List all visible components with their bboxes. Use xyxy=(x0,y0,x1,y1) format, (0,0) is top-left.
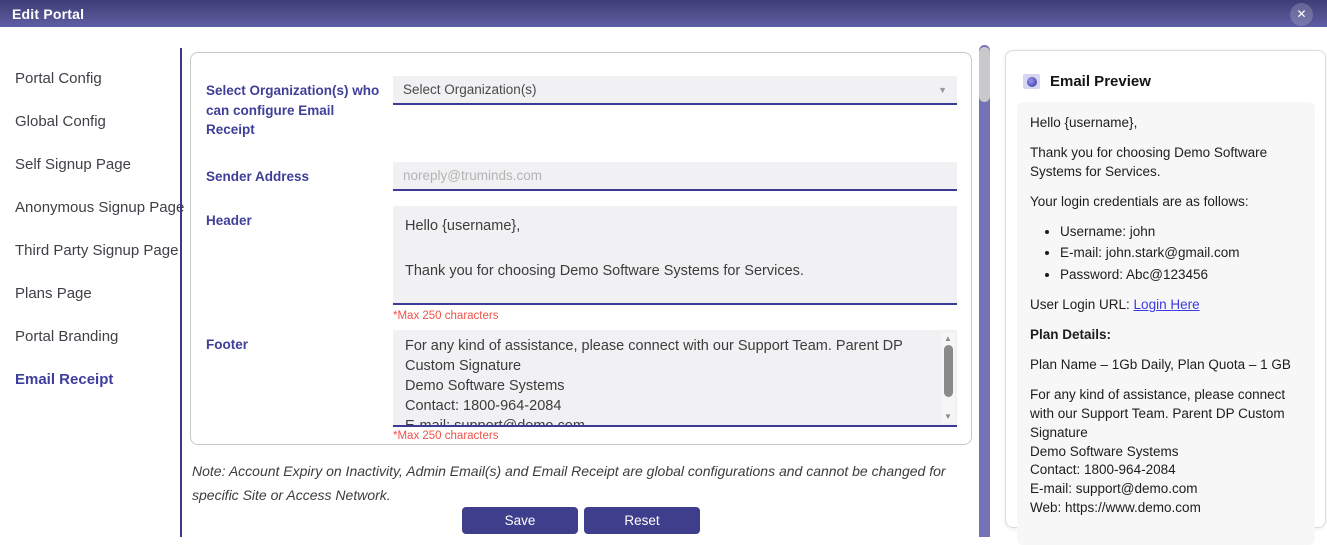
organization-select[interactable]: Select Organization(s) ▼ xyxy=(393,76,957,105)
content-scrollbar[interactable] xyxy=(979,45,990,537)
sidebar-item-third-party-signup-page[interactable]: Third Party Signup Page xyxy=(0,229,180,272)
email-receipt-form: Select Organization(s) who can configure… xyxy=(190,52,972,445)
preview-greeting: Hello {username}, xyxy=(1030,114,1302,133)
signature-line: Web: https://www.demo.com xyxy=(1030,499,1302,518)
reset-button[interactable]: Reset xyxy=(584,507,700,534)
header-max-note: *Max 250 characters xyxy=(393,310,957,322)
close-icon[interactable]: ✕ xyxy=(1290,3,1313,26)
header-textarea[interactable]: Hello {username}, Thank you for choosing… xyxy=(393,206,957,305)
dialog-header: Edit Portal ✕ xyxy=(0,0,1327,27)
sender-address-input[interactable] xyxy=(393,162,957,191)
signature-line: E-mail: support@demo.com xyxy=(1030,480,1302,499)
footer-row: Footer For any kind of assistance, pleas… xyxy=(206,330,957,442)
sidebar-item-portal-branding[interactable]: Portal Branding xyxy=(0,315,180,358)
dialog-title: Edit Portal xyxy=(12,6,84,22)
email-preview-panel: Email Preview Hello {username}, Thank yo… xyxy=(1005,50,1326,528)
footer-textarea-scrollbar[interactable]: ▲ ▼ xyxy=(941,333,955,423)
preview-email: E-mail: john.stark@gmail.com xyxy=(1060,244,1302,263)
email-preview-title: Email Preview xyxy=(1050,73,1151,90)
scroll-up-icon[interactable]: ▲ xyxy=(944,334,952,344)
sidebar-divider xyxy=(180,48,182,537)
sidebar-item-global-config[interactable]: Global Config xyxy=(0,100,180,143)
login-here-link[interactable]: Login Here xyxy=(1134,297,1200,312)
organization-select-label: Select Organization(s) who can configure… xyxy=(206,76,393,140)
organization-select-value: Select Organization(s) xyxy=(403,82,537,97)
email-preview-header: Email Preview xyxy=(1017,73,1315,90)
preview-login-label: User Login URL: xyxy=(1030,297,1134,312)
settings-sidebar: Portal Config Global Config Self Signup … xyxy=(0,27,180,537)
footer-max-note: *Max 250 characters xyxy=(393,430,957,442)
footer-label: Footer xyxy=(206,330,393,355)
preview-plan-heading: Plan Details: xyxy=(1030,326,1302,345)
save-button[interactable]: Save xyxy=(462,507,578,534)
sidebar-item-portal-config[interactable]: Portal Config xyxy=(0,57,180,100)
preview-signature: For any kind of assistance, please conne… xyxy=(1030,386,1302,518)
form-actions: Save Reset xyxy=(190,507,972,534)
sidebar-item-anonymous-signup-page[interactable]: Anonymous Signup Page xyxy=(0,186,180,229)
preview-login-url: User Login URL: Login Here xyxy=(1030,296,1302,315)
preview-username: Username: john xyxy=(1060,223,1302,242)
global-config-note: Note: Account Expiry on Inactivity, Admi… xyxy=(192,460,964,508)
signature-line: Demo Software Systems xyxy=(1030,443,1302,462)
scrollbar-thumb[interactable] xyxy=(944,345,953,397)
sidebar-item-email-receipt[interactable]: Email Receipt xyxy=(0,358,180,401)
signature-line: Contact: 1800-964-2084 xyxy=(1030,461,1302,480)
footer-textarea[interactable]: For any kind of assistance, please conne… xyxy=(393,330,957,427)
header-row: Header Hello {username}, Thank you for c… xyxy=(206,206,957,322)
preview-thanks: Thank you for choosing Demo Software Sys… xyxy=(1030,144,1302,182)
signature-line: For any kind of assistance, please conne… xyxy=(1030,386,1302,443)
scroll-down-icon[interactable]: ▼ xyxy=(944,412,952,422)
content-scrollbar-thumb[interactable] xyxy=(979,47,990,102)
preview-credentials-list: Username: john E-mail: john.stark@gmail.… xyxy=(1030,223,1302,286)
header-label: Header xyxy=(206,206,393,231)
chevron-down-icon: ▼ xyxy=(938,85,947,95)
sidebar-item-self-signup-page[interactable]: Self Signup Page xyxy=(0,143,180,186)
organization-select-row: Select Organization(s) who can configure… xyxy=(206,76,957,140)
email-preview-body: Hello {username}, Thank you for choosing… xyxy=(1017,102,1315,545)
preview-password: Password: Abc@123456 xyxy=(1060,266,1302,285)
sender-address-label: Sender Address xyxy=(206,162,393,187)
preview-plan-line: Plan Name – 1Gb Daily, Plan Quota – 1 GB xyxy=(1030,356,1302,375)
sidebar-item-plans-page[interactable]: Plans Page xyxy=(0,272,180,315)
sender-address-row: Sender Address xyxy=(206,162,957,191)
preview-icon xyxy=(1023,74,1040,89)
preview-credentials-intro: Your login credentials are as follows: xyxy=(1030,193,1302,212)
